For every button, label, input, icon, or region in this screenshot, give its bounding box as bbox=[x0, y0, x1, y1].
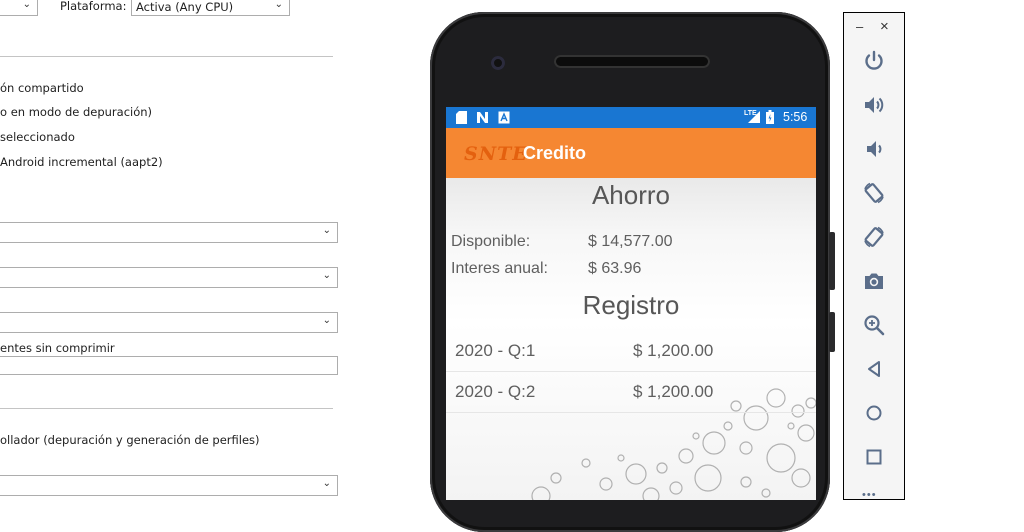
app-bar: SNTE Credito bbox=[446, 128, 816, 178]
back-icon[interactable] bbox=[862, 357, 886, 381]
platform-dropdown[interactable]: Activa (Any CPU) ⌄ bbox=[131, 0, 290, 16]
chevron-down-icon: ⌄ bbox=[322, 225, 331, 236]
interes-anual-label: Interes anual: bbox=[451, 260, 548, 277]
app-title: Credito bbox=[523, 143, 586, 163]
project-properties-pane: ⌄ Plataforma: Activa (Any CPU) ⌄ ón comp… bbox=[0, 0, 430, 500]
registro-period: 2020 - Q:2 bbox=[455, 382, 536, 401]
more-options-button[interactable]: ••• bbox=[862, 489, 877, 501]
minimize-button[interactable]: – bbox=[856, 19, 863, 34]
phone-side-button bbox=[829, 312, 835, 352]
status-bar: LTE 5:56 bbox=[446, 107, 816, 128]
option-shared-runtime[interactable]: ón compartido bbox=[0, 81, 84, 95]
chevron-down-icon: ⌄ bbox=[322, 315, 331, 326]
registro-period: 2020 - Q:1 bbox=[455, 341, 536, 360]
uncompressed-label: entes sin comprimir bbox=[0, 341, 115, 355]
list-item[interactable]: 2020 - Q:2 $ 1,200.00 bbox=[446, 372, 816, 413]
uncompressed-input[interactable] bbox=[0, 356, 338, 375]
chevron-down-icon: ⌄ bbox=[322, 478, 331, 489]
signal-icon bbox=[748, 111, 760, 123]
battery-icon bbox=[766, 110, 774, 124]
registro-heading: Registro bbox=[582, 290, 680, 320]
phone-screen: LTE 5:56 SNTE Credito Ahorro Disponible:… bbox=[446, 107, 816, 500]
sd-card-icon bbox=[456, 111, 467, 124]
section-divider bbox=[0, 56, 333, 57]
overview-icon[interactable] bbox=[862, 445, 886, 469]
disponible-value: $ 14,577.00 bbox=[588, 233, 673, 250]
settings-dropdown-2[interactable]: ⌄ bbox=[0, 267, 338, 288]
section-divider bbox=[0, 408, 333, 409]
volume-up-icon[interactable] bbox=[862, 93, 886, 117]
zoom-icon[interactable] bbox=[862, 313, 886, 337]
power-icon[interactable] bbox=[862, 49, 886, 73]
settings-dropdown-4[interactable]: ⌄ bbox=[0, 475, 338, 496]
rotate-left-icon[interactable] bbox=[862, 181, 886, 205]
interes-anual-value: $ 63.96 bbox=[588, 260, 642, 277]
list-item[interactable]: 2020 - Q:1 $ 1,200.00 bbox=[446, 331, 816, 372]
home-icon[interactable] bbox=[862, 401, 886, 425]
ahorro-heading: Ahorro bbox=[591, 180, 671, 210]
configuration-dropdown[interactable]: ⌄ bbox=[0, 0, 38, 16]
option-selected[interactable]: seleccionado bbox=[0, 130, 75, 144]
chevron-down-icon: ⌄ bbox=[22, 0, 31, 10]
emulator-toolbar: – × ••• bbox=[843, 12, 905, 501]
status-time: 5:56 bbox=[783, 110, 808, 124]
developer-instrumentation-option[interactable]: ollador (depuración y generación de perf… bbox=[0, 433, 260, 447]
snte-logo: SNTE bbox=[464, 143, 528, 165]
registro-amount: $ 1,200.00 bbox=[633, 341, 714, 360]
platform-value: Activa (Any CPU) bbox=[136, 0, 234, 14]
option-aapt2[interactable]: Android incremental (aapt2) bbox=[0, 155, 163, 169]
camera-icon[interactable] bbox=[862, 269, 886, 293]
close-button[interactable]: × bbox=[880, 18, 889, 35]
volume-down-icon[interactable] bbox=[862, 137, 886, 161]
rotate-right-icon[interactable] bbox=[862, 225, 886, 249]
a-notification-icon bbox=[498, 111, 510, 124]
disponible-label: Disponible: bbox=[451, 233, 531, 250]
option-fast-deployment[interactable]: o en modo de depuración) bbox=[0, 105, 152, 119]
settings-dropdown-3[interactable]: ⌄ bbox=[0, 312, 338, 333]
phone-side-button bbox=[829, 232, 835, 290]
settings-dropdown-1[interactable]: ⌄ bbox=[0, 222, 338, 243]
chevron-down-icon: ⌄ bbox=[322, 270, 331, 281]
page-content: Ahorro Disponible: $ 14,577.00 Interes a… bbox=[446, 178, 816, 500]
phone-camera bbox=[491, 56, 505, 70]
registro-amount: $ 1,200.00 bbox=[633, 382, 714, 401]
chevron-down-icon: ⌄ bbox=[274, 0, 283, 10]
platform-label: Plataforma: bbox=[60, 0, 127, 13]
n-notification-icon bbox=[477, 112, 488, 123]
phone-speaker bbox=[554, 55, 710, 68]
